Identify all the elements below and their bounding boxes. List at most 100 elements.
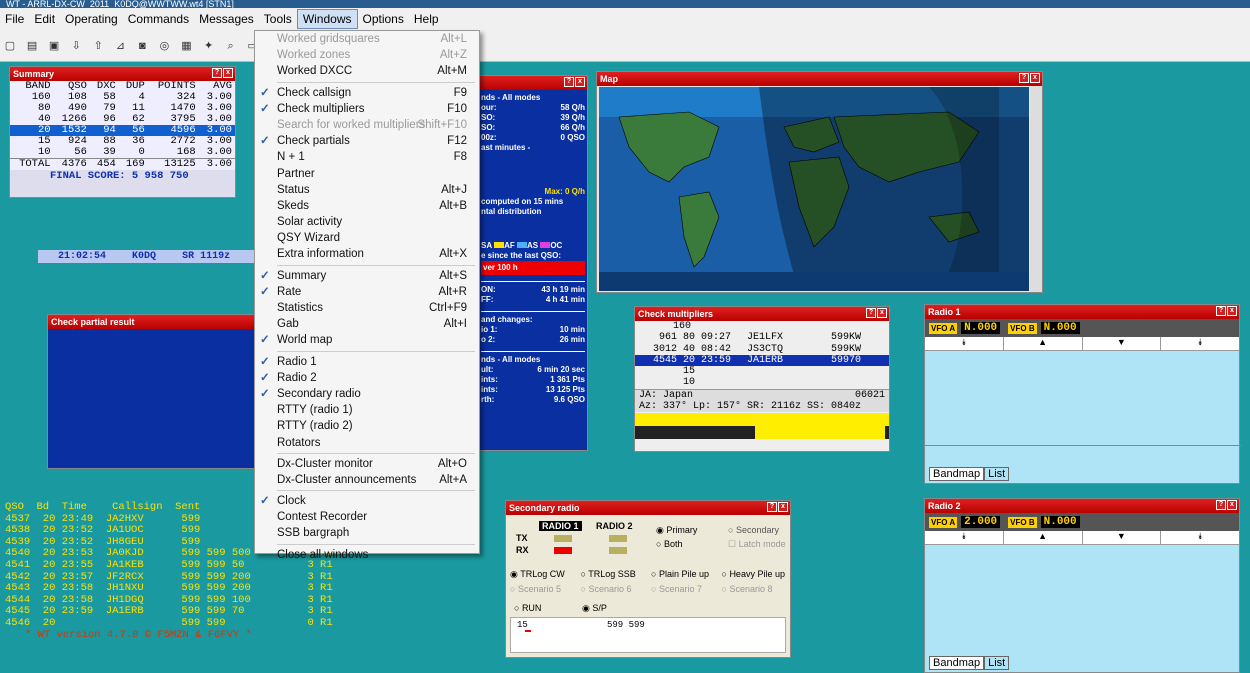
menu-item-worked-gridsquares[interactable]: Worked gridsquares Alt+L bbox=[255, 31, 479, 47]
close-icon[interactable]: x bbox=[778, 502, 788, 512]
menu-item-rtty-radio-2-[interactable]: RTTY (radio 2) bbox=[255, 418, 479, 434]
world-map[interactable] bbox=[599, 87, 1029, 291]
latch-mode-checkbox[interactable]: ☐ Latch mode bbox=[728, 539, 786, 550]
menu-item-n-1[interactable]: N + 1 F8 bbox=[255, 149, 479, 165]
help-icon[interactable]: ? bbox=[866, 308, 876, 318]
menu-item-worked-zones[interactable]: Worked zones Alt+Z bbox=[255, 47, 479, 63]
menu-item-check-multipliers[interactable]: ✓ Check multipliers F10 bbox=[255, 101, 479, 117]
fast-down-button[interactable]: ⯯ bbox=[925, 337, 1004, 350]
close-icon[interactable]: x bbox=[1227, 500, 1237, 510]
menu-item-skeds[interactable]: Skeds Alt+B bbox=[255, 198, 479, 214]
partial-title-bar[interactable]: Check partial result bbox=[48, 315, 256, 329]
close-icon[interactable]: x bbox=[1030, 73, 1040, 83]
mult-row[interactable]: 15 bbox=[635, 366, 889, 377]
menu-commands[interactable]: Commands bbox=[123, 10, 194, 28]
menu-item-dx-cluster-monitor[interactable]: Dx-Cluster monitor Alt+O bbox=[255, 456, 479, 472]
menu-edit[interactable]: Edit bbox=[29, 10, 60, 28]
menu-item-world-map[interactable]: ✓ World map bbox=[255, 332, 479, 348]
menu-item-contest-recorder[interactable]: Contest Recorder bbox=[255, 509, 479, 525]
menu-tools[interactable]: Tools bbox=[259, 10, 297, 28]
vfo-b-freq[interactable]: N.000 bbox=[1040, 322, 1080, 334]
new-icon[interactable]: ▢ bbox=[3, 39, 17, 53]
antenna-icon[interactable]: ⊿ bbox=[113, 39, 127, 53]
close-icon[interactable]: x bbox=[223, 68, 233, 78]
fast-down-button[interactable]: ⯯ bbox=[925, 531, 1004, 544]
run-option[interactable]: ○ RUN bbox=[514, 603, 541, 613]
tab-bandmap[interactable]: Bandmap bbox=[929, 467, 985, 481]
log-row[interactable]: 4546 20 599 599 0 R1 bbox=[5, 617, 333, 630]
menu-operating[interactable]: Operating bbox=[60, 10, 123, 28]
menu-file[interactable]: File bbox=[0, 10, 29, 28]
tab-bandmap[interactable]: Bandmap bbox=[929, 656, 985, 670]
vfo-b-freq[interactable]: N.000 bbox=[1040, 516, 1080, 528]
rate-title-bar[interactable]: ? x bbox=[479, 76, 587, 90]
scenario-option[interactable]: ○ Scenario 5 bbox=[510, 584, 575, 594]
mult-row[interactable]: 4545 20 23:59 JA1ERB 59970 bbox=[635, 354, 889, 367]
menu-item-rate[interactable]: ✓ Rate Alt+R bbox=[255, 284, 479, 300]
mode-option[interactable]: ○ Heavy Pile up bbox=[722, 569, 787, 580]
menu-help[interactable]: Help bbox=[409, 10, 444, 28]
down-arrow-icon[interactable]: ⇩ bbox=[69, 39, 83, 53]
mult-row[interactable]: 961 80 09:27 JE1LFX 599KW bbox=[635, 332, 889, 343]
menu-windows[interactable]: Windows bbox=[296, 9, 358, 29]
down-button[interactable]: ▼ bbox=[1083, 531, 1162, 544]
help-icon[interactable]: ? bbox=[1216, 306, 1226, 316]
secondary-radio-option[interactable]: ○ Secondary bbox=[728, 525, 779, 535]
down-button[interactable]: ▼ bbox=[1083, 337, 1162, 350]
help-icon[interactable]: ? bbox=[1019, 73, 1029, 83]
scenario-option[interactable]: ○ Scenario 7 bbox=[651, 584, 716, 594]
primary-radio-option[interactable]: ◉ Primary bbox=[656, 525, 697, 536]
menu-options[interactable]: Options bbox=[358, 10, 409, 28]
map-title-bar[interactable]: Map? x bbox=[597, 72, 1042, 86]
menu-item-secondary-radio[interactable]: ✓ Secondary radio bbox=[255, 386, 479, 402]
menu-item-ssb-bargraph[interactable]: SSB bargraph bbox=[255, 525, 479, 541]
up-arrow-icon[interactable]: ⇧ bbox=[91, 39, 105, 53]
close-icon[interactable]: x bbox=[877, 308, 887, 318]
mult-row[interactable]: 10 bbox=[635, 377, 889, 388]
menu-item-radio-1[interactable]: ✓ Radio 1 bbox=[255, 354, 479, 370]
vfo-a-freq[interactable]: 2.000 bbox=[961, 516, 1001, 528]
menu-item-check-callsign[interactable]: ✓ Check callsign F9 bbox=[255, 85, 479, 101]
fast-up-button[interactable]: ⯯ bbox=[1161, 531, 1239, 544]
mult-row[interactable]: 160 bbox=[635, 321, 889, 332]
menu-item-search-for-worked-multipliers[interactable]: Search for worked multipliers Shift+F10 bbox=[255, 117, 479, 133]
menu-messages[interactable]: Messages bbox=[194, 10, 259, 28]
help-icon[interactable]: ? bbox=[767, 502, 777, 512]
menu-item-rotators[interactable]: Rotators bbox=[255, 435, 479, 451]
entry-field[interactable]: 15 599 599 bbox=[510, 617, 786, 653]
mult-row[interactable]: 3012 40 08:42 JS3CTQ 599KW bbox=[635, 344, 889, 355]
checkmult-title-bar[interactable]: Check multipliers? x bbox=[635, 307, 889, 321]
menu-item-close-all-windows[interactable]: Close all windows bbox=[255, 547, 479, 563]
radio-icon[interactable]: ◙ bbox=[135, 40, 149, 54]
tools-icon[interactable]: ✦ bbox=[202, 39, 216, 53]
menu-item-check-partials[interactable]: ✓ Check partials F12 bbox=[255, 133, 479, 149]
log-row[interactable]: 4543 20 23:58 JH1NXU 599 599 200 3 R1 bbox=[5, 583, 333, 595]
menu-item-partner[interactable]: Partner bbox=[255, 166, 479, 182]
mode-option[interactable]: ○ Plain Pile up bbox=[651, 569, 716, 580]
up-button[interactable]: ▲ bbox=[1004, 337, 1083, 350]
summary-title-bar[interactable]: Summary? x bbox=[10, 67, 235, 81]
menu-item-radio-2[interactable]: ✓ Radio 2 bbox=[255, 370, 479, 386]
mode-option[interactable]: ○ TRLog SSB bbox=[581, 569, 646, 580]
open-icon[interactable]: ▤ bbox=[25, 39, 39, 53]
vfo-a-freq[interactable]: N.000 bbox=[961, 322, 1001, 334]
up-button[interactable]: ▲ bbox=[1004, 531, 1083, 544]
both-radio-option[interactable]: ○ Both bbox=[656, 539, 682, 549]
summary-row[interactable]: 10 56 39 0 168 3.00 bbox=[10, 147, 235, 159]
menu-item-clock[interactable]: ✓ Clock bbox=[255, 493, 479, 509]
help-icon[interactable]: ? bbox=[1216, 500, 1226, 510]
menu-item-dx-cluster-announcements[interactable]: Dx-Cluster announcements Alt+A bbox=[255, 472, 479, 488]
help-icon[interactable]: ? bbox=[564, 77, 574, 87]
scenario-option[interactable]: ○ Scenario 8 bbox=[722, 584, 787, 594]
menu-item-qsy-wizard[interactable]: QSY Wizard bbox=[255, 230, 479, 246]
secradio-title-bar[interactable]: Secondary radio? x bbox=[506, 501, 790, 515]
fast-up-button[interactable]: ⯯ bbox=[1161, 337, 1239, 350]
save-icon[interactable]: ▣ bbox=[47, 39, 61, 53]
menu-item-rtty-radio-1-[interactable]: RTTY (radio 1) bbox=[255, 402, 479, 418]
globe-icon[interactable]: ◎ bbox=[157, 39, 171, 53]
mode-option[interactable]: ◉ TRLog CW bbox=[510, 569, 575, 580]
chart-icon[interactable]: ▦ bbox=[180, 39, 194, 53]
menu-item-extra-information[interactable]: Extra information Alt+X bbox=[255, 246, 479, 262]
tab-list[interactable]: List bbox=[984, 467, 1010, 481]
tab-list[interactable]: List bbox=[984, 656, 1010, 670]
